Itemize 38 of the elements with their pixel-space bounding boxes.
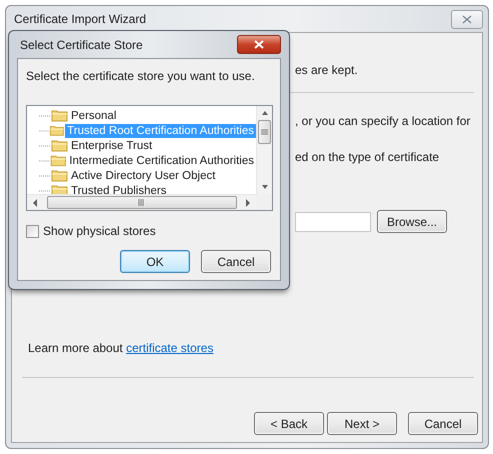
tree-item[interactable]: Personal xyxy=(69,108,118,122)
window-title: Certificate Import Wizard xyxy=(13,12,146,26)
wizard-button[interactable]: Cancel xyxy=(408,412,478,435)
scrollbar-thumb[interactable] xyxy=(258,120,271,144)
up-arrow-icon[interactable] xyxy=(260,110,268,116)
folder-icon xyxy=(39,169,69,182)
right-arrow-icon[interactable] xyxy=(244,198,252,206)
down-arrow-icon[interactable] xyxy=(260,184,268,190)
vertical-scrollbar[interactable] xyxy=(256,106,272,194)
wizard-button[interactable]: < Back xyxy=(254,412,324,435)
checkbox-label: Show physical stores xyxy=(43,224,156,238)
dialog-title: Select Certificate Store xyxy=(19,38,143,52)
certificate-stores-link[interactable]: certificate stores xyxy=(126,341,214,355)
dialog-button[interactable]: OK xyxy=(120,250,190,273)
folder-icon xyxy=(39,154,68,167)
dialog-button[interactable]: Cancel xyxy=(201,250,271,273)
file-path-field[interactable] xyxy=(295,212,371,232)
close-button[interactable] xyxy=(237,35,281,54)
tree-item[interactable]: Active Directory User Object xyxy=(69,168,218,182)
checkbox[interactable] xyxy=(26,224,39,238)
description-text: es are kept. xyxy=(295,63,359,77)
wizard-button[interactable]: Next > xyxy=(327,412,397,435)
scrollbar-thumb[interactable] xyxy=(46,196,236,209)
close-icon xyxy=(254,40,264,49)
description-text: ed on the type of certificate xyxy=(295,150,440,164)
horizontal-scrollbar[interactable] xyxy=(27,194,256,210)
tree-item[interactable]: Enterprise Trust xyxy=(69,138,154,152)
left-arrow-icon[interactable] xyxy=(31,198,39,206)
description-text: , or you can specify a location for xyxy=(295,114,472,128)
browse-button[interactable]: Browse... xyxy=(377,210,447,233)
tree-item[interactable]: Trusted Publishers xyxy=(69,184,168,194)
learn-more-text: Learn more about certificate stores xyxy=(28,341,214,355)
close-icon xyxy=(462,14,472,24)
folder-icon xyxy=(39,139,69,152)
prompt-text: Select the certificate store you want to use. xyxy=(26,69,256,83)
folder-icon xyxy=(39,109,69,122)
tree-item[interactable]: Intermediate Certification Authorities xyxy=(67,154,256,168)
folder-icon xyxy=(39,124,66,137)
